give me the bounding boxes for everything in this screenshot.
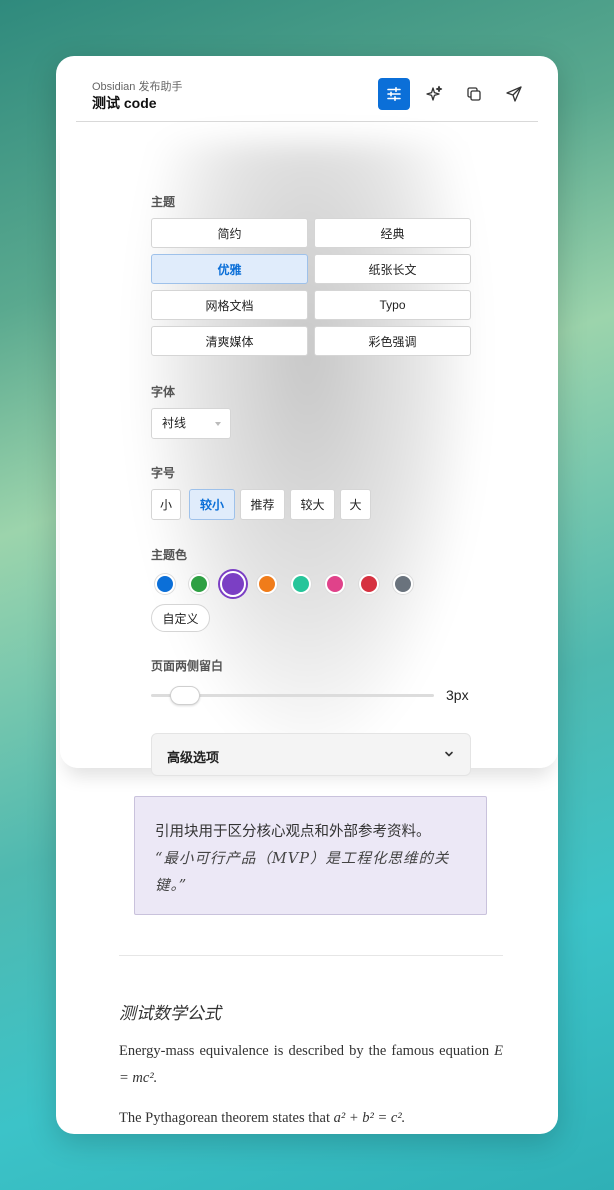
font-select-value: 衬线 <box>162 416 187 430</box>
horizontal-rule <box>119 955 503 956</box>
publisher-window: 引用块用于区分核心观点和外部参考资料。 “最小可行产品（MVP）是工程化思维的关… <box>56 56 558 1134</box>
theme-jianyue[interactable]: 简约 <box>151 218 308 248</box>
theme-caise[interactable]: 彩色强调 <box>314 326 471 356</box>
settings-panel: 主题 简约 经典 优雅 纸张长文 网格文档 Typo 清爽媒体 彩色强调 字体 … <box>60 122 558 776</box>
theme-jingdian[interactable]: 经典 <box>314 218 471 248</box>
color-swatch-pink[interactable] <box>325 574 345 594</box>
paragraph-pythagorean-text: The Pythagorean theorem states that <box>119 1110 330 1126</box>
color-label: 主题色 <box>151 548 188 562</box>
chevron-down-icon <box>215 422 221 426</box>
settings-button[interactable] <box>378 78 410 110</box>
send-button[interactable] <box>498 78 530 110</box>
paragraph-pythagorean: The Pythagorean theorem states that a² +… <box>119 1110 503 1127</box>
copy-icon <box>467 87 481 101</box>
margin-slider-thumb[interactable] <box>170 686 200 705</box>
math-heading: 测试数学公式 <box>119 1004 221 1024</box>
quote-italic-text: “最小可行产品（MVP）是工程化思维的关键。” <box>155 851 450 894</box>
size-label: 字号 <box>151 466 176 480</box>
copy-button[interactable] <box>458 78 490 110</box>
size-small[interactable]: 较小 <box>189 489 235 520</box>
blockquote: 引用块用于区分核心观点和外部参考资料。 “最小可行产品（MVP）是工程化思维的关… <box>134 796 487 915</box>
ai-button[interactable] <box>418 78 450 110</box>
color-swatch-blue[interactable] <box>155 574 175 594</box>
advanced-options-label: 高级选项 <box>167 750 220 765</box>
app-name: Obsidian 发布助手 <box>92 81 183 93</box>
theme-typo[interactable]: Typo <box>314 290 471 320</box>
send-icon <box>506 86 522 102</box>
custom-color-button[interactable]: 自定义 <box>151 604 210 632</box>
size-xs[interactable]: 小 <box>151 489 181 520</box>
settings-sliders-icon <box>387 86 401 101</box>
size-large[interactable]: 较大 <box>290 489 335 520</box>
color-swatch-green[interactable] <box>189 574 209 594</box>
color-swatch-orange[interactable] <box>257 574 277 594</box>
theme-label: 主题 <box>151 195 176 209</box>
size-recommended[interactable]: 推荐 <box>240 489 285 520</box>
header: Obsidian 发布助手 测试 code <box>76 56 538 122</box>
color-swatch-gray[interactable] <box>393 574 413 594</box>
theme-qingshuang[interactable]: 清爽媒体 <box>151 326 308 356</box>
theme-wangge[interactable]: 网格文档 <box>151 290 308 320</box>
sparkles-icon <box>426 85 443 101</box>
theme-zhizhang[interactable]: 纸张长文 <box>314 254 471 284</box>
quote-text: 引用块用于区分核心观点和外部参考资料。 <box>155 824 431 840</box>
color-swatch-teal[interactable] <box>291 574 311 594</box>
color-swatch-purple[interactable] <box>220 571 246 597</box>
paragraph-energy-text: Energy-mass equivalence is described by … <box>119 1043 490 1059</box>
size-xl[interactable]: 大 <box>340 489 371 520</box>
margin-label: 页面两侧留白 <box>151 659 224 673</box>
font-label: 字体 <box>151 385 176 399</box>
formula-pythagorean: a² + b² = c². <box>333 1110 406 1126</box>
margin-value: 3px <box>446 687 469 703</box>
paragraph-energy: Energy-mass equivalence is described by … <box>119 1038 503 1092</box>
doc-title: 测试 code <box>92 95 157 111</box>
advanced-options-toggle[interactable]: 高级选项 <box>151 733 471 776</box>
theme-youya[interactable]: 优雅 <box>151 254 308 284</box>
color-swatch-red[interactable] <box>359 574 379 594</box>
font-select[interactable]: 衬线 <box>151 408 231 439</box>
chevron-down-icon <box>445 751 453 757</box>
